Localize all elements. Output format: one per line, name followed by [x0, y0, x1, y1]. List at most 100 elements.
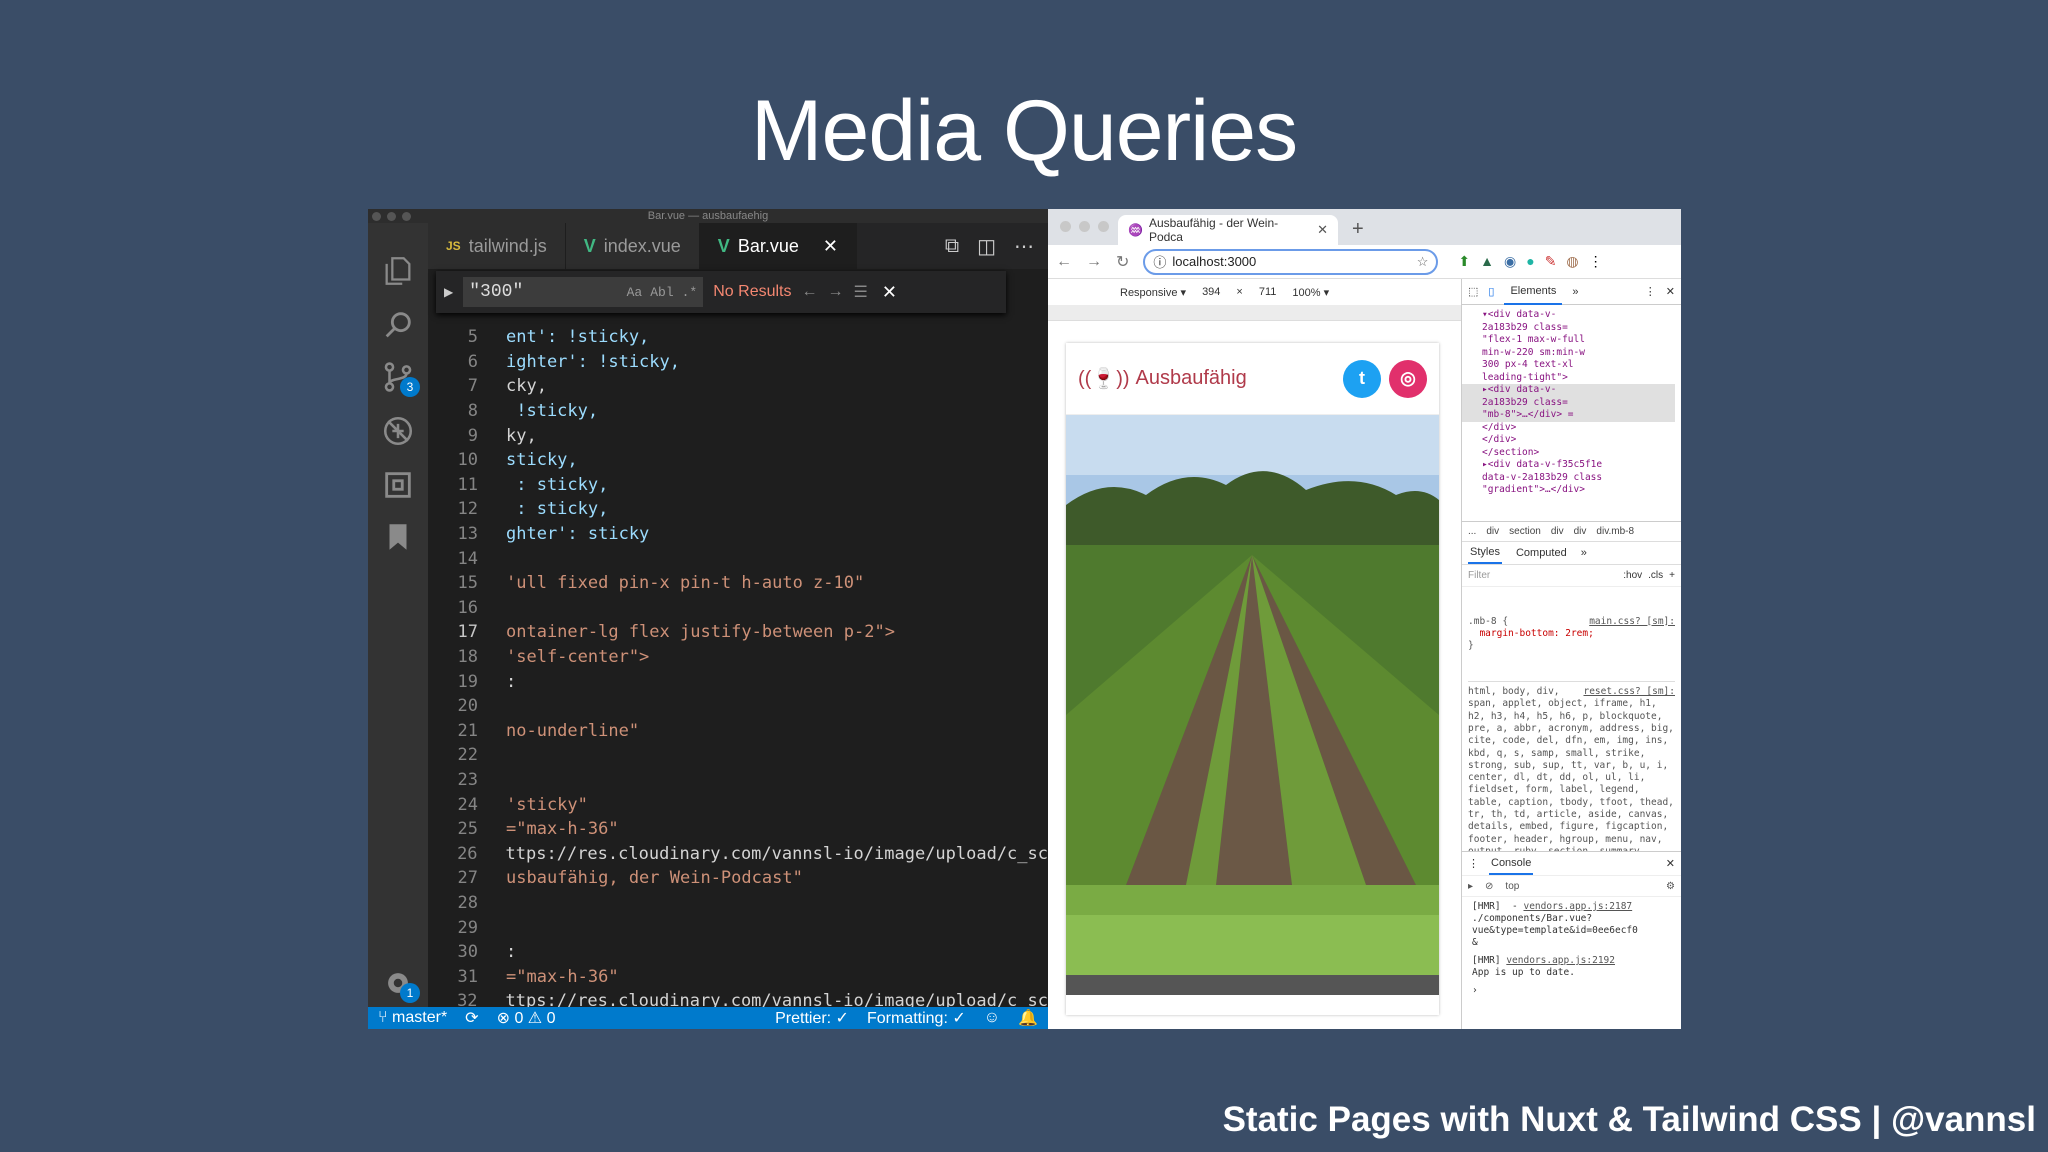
- dom-node-line[interactable]: 2a183b29 class=: [1462, 396, 1675, 409]
- extension-icon[interactable]: ⬆: [1458, 253, 1470, 270]
- breadcrumb-item[interactable]: div.mb-8: [1596, 526, 1634, 537]
- breadcrumb-item[interactable]: ...: [1468, 526, 1476, 537]
- sidebar-toggle-icon[interactable]: ▸: [1468, 881, 1473, 892]
- code-line[interactable]: 10 sticky,: [428, 448, 1048, 473]
- code-line[interactable]: 32 ttps://res.cloudinary.com/vannsl-io/im…: [428, 989, 1048, 1007]
- source-link[interactable]: vendors.app.js:2192: [1506, 955, 1615, 966]
- dom-node-line[interactable]: </div>: [1482, 422, 1675, 435]
- source-link[interactable]: vendors.app.js:2187: [1523, 901, 1632, 912]
- next-match-icon[interactable]: →: [827, 283, 843, 301]
- site-logo[interactable]: ((🍷)) Ausbaufähig: [1078, 366, 1247, 391]
- dom-node-line[interactable]: leading-tight">: [1482, 372, 1675, 385]
- browser-menu-icon[interactable]: ⋮: [1589, 253, 1603, 270]
- breadcrumb-item[interactable]: div: [1574, 526, 1587, 537]
- code-editor[interactable]: 5 ent': !sticky, 6 ighter': !sticky, 7 cky, 8 …: [428, 325, 1048, 1007]
- code-line[interactable]: 18 'self-center">: [428, 645, 1048, 670]
- code-line[interactable]: 6 ighter': !sticky,: [428, 350, 1048, 375]
- code-line[interactable]: 26 ttps://res.cloudinary.com/vannsl-io/im…: [428, 841, 1048, 866]
- bookmark-star-icon[interactable]: ☆: [1417, 254, 1429, 270]
- search-icon[interactable]: [378, 305, 418, 345]
- close-tab-icon[interactable]: ✕: [1317, 222, 1328, 238]
- styles-filter[interactable]: Filter :hov .cls +: [1462, 565, 1681, 587]
- prettier-status[interactable]: Prettier: ✓: [775, 1008, 849, 1028]
- code-line[interactable]: 8 !sticky,: [428, 399, 1048, 424]
- address-bar[interactable]: ⓘ localhost:3000 ☆: [1143, 248, 1439, 275]
- back-icon[interactable]: ←: [1056, 253, 1072, 271]
- breadcrumb-item[interactable]: div: [1486, 526, 1499, 537]
- dom-node-line[interactable]: min-w-220 sm:min-w: [1482, 347, 1675, 360]
- open-changes-icon[interactable]: ⧉: [945, 235, 959, 258]
- code-line[interactable]: 23: [428, 768, 1048, 793]
- dom-node-line[interactable]: 2a183b29 class=: [1482, 322, 1675, 335]
- tab-index-vue[interactable]: V index.vue: [565, 223, 700, 269]
- close-icon[interactable]: ✕: [823, 236, 838, 257]
- whole-word-toggle[interactable]: Abl: [650, 285, 673, 300]
- feedback-smiley-icon[interactable]: ☺: [984, 1009, 1000, 1027]
- dom-node-line[interactable]: ▸<div data-v-: [1462, 384, 1675, 397]
- branch-indicator[interactable]: ⑂ master*: [378, 1009, 447, 1027]
- extension-icon[interactable]: ●: [1526, 253, 1534, 270]
- code-line[interactable]: 30:: [428, 940, 1048, 965]
- minimize-dot[interactable]: [1079, 221, 1090, 232]
- code-line[interactable]: 16: [428, 596, 1048, 621]
- code-line[interactable]: 7 cky,: [428, 374, 1048, 399]
- code-line[interactable]: 17 ontainer-lg flex justify-between p-2">: [428, 620, 1048, 645]
- reload-icon[interactable]: ↻: [1116, 252, 1129, 272]
- code-line[interactable]: 13 ghter': sticky: [428, 522, 1048, 547]
- bookmark-icon[interactable]: [378, 517, 418, 557]
- dom-node-line[interactable]: ▾<div data-v-: [1482, 309, 1675, 322]
- dom-node-line[interactable]: 300 px-4 text-xl: [1482, 359, 1675, 372]
- source-link[interactable]: reset.css? [sm]:: [1583, 686, 1675, 698]
- find-input[interactable]: "300" Aa Abl .*: [463, 277, 704, 307]
- code-line[interactable]: 25 ="max-h-36": [428, 817, 1048, 842]
- zoom-dot[interactable]: [1098, 221, 1109, 232]
- code-line[interactable]: 24 'sticky": [428, 792, 1048, 817]
- find-in-selection-icon[interactable]: ☰: [853, 282, 867, 302]
- drawer-menu-icon[interactable]: ⋮: [1468, 857, 1479, 870]
- dom-node-line[interactable]: "gradient">…</div>: [1482, 484, 1675, 497]
- clear-console-icon[interactable]: ⊘: [1485, 881, 1493, 892]
- dom-node-line[interactable]: "flex-1 max-w-full: [1482, 334, 1675, 347]
- dom-tree[interactable]: ▾<div data-v- 2a183b29 class= "flex-1 max-…: [1462, 305, 1681, 521]
- extension-icon[interactable]: ▲: [1480, 253, 1494, 270]
- code-line[interactable]: 11 : sticky,: [428, 473, 1048, 498]
- previous-match-icon[interactable]: ←: [801, 283, 817, 301]
- close-dot[interactable]: [372, 212, 381, 221]
- forward-icon[interactable]: →: [1086, 253, 1102, 271]
- more-actions-icon[interactable]: ⋯: [1014, 234, 1034, 259]
- code-line[interactable]: 12 : sticky,: [428, 497, 1048, 522]
- debug-icon[interactable]: [378, 411, 418, 451]
- tab-styles[interactable]: Styles: [1468, 542, 1502, 564]
- extension-icon[interactable]: ◉: [1504, 253, 1516, 270]
- dom-node-line[interactable]: data-v-2a183b29 class: [1482, 472, 1675, 485]
- code-line[interactable]: 19:: [428, 669, 1048, 694]
- viewport-height[interactable]: 711: [1259, 286, 1277, 298]
- settings-gear-icon[interactable]: 1: [378, 963, 420, 1003]
- code-line[interactable]: 28: [428, 891, 1048, 916]
- more-subtabs[interactable]: »: [1581, 547, 1587, 559]
- dom-node-line[interactable]: "mb-8">…</div> =: [1462, 409, 1675, 422]
- toggle-replace-icon[interactable]: ▶: [444, 285, 453, 299]
- tab-bar-vue[interactable]: V Bar.vue ✕: [699, 223, 857, 269]
- close-drawer-icon[interactable]: ✕: [1666, 857, 1675, 870]
- breadcrumb-item[interactable]: section: [1509, 526, 1541, 537]
- source-control-icon[interactable]: 3: [378, 357, 420, 397]
- formatting-status[interactable]: Formatting: ✓: [867, 1008, 966, 1028]
- explorer-icon[interactable]: [378, 251, 418, 291]
- code-line[interactable]: 9 ky,: [428, 423, 1048, 448]
- source-link[interactable]: main.css? [sm]:: [1589, 616, 1675, 628]
- devtools-menu-icon[interactable]: ⋮: [1645, 285, 1656, 298]
- code-line[interactable]: 29: [428, 915, 1048, 940]
- problems-indicator[interactable]: ⊗ 0 ⚠ 0: [497, 1008, 556, 1028]
- tab-console[interactable]: Console: [1489, 853, 1534, 875]
- hover-state-toggle[interactable]: :hov: [1623, 570, 1642, 581]
- tab-tailwind-js[interactable]: JS tailwind.js: [428, 223, 566, 269]
- new-tab-icon[interactable]: +: [1352, 218, 1364, 241]
- browser-tab[interactable]: ♒ Ausbaufähig - der Wein-Podca ✕: [1118, 215, 1338, 245]
- split-editor-icon[interactable]: ◫: [977, 234, 996, 259]
- dom-node-line[interactable]: </section>: [1482, 447, 1675, 460]
- console-prompt[interactable]: ›: [1472, 985, 1671, 997]
- styles-pane[interactable]: main.css? [sm]: .mb-8 { margin-bottom: 2r…: [1462, 587, 1681, 851]
- code-line[interactable]: 21 no-underline": [428, 719, 1048, 744]
- close-find-icon[interactable]: ✕: [882, 282, 897, 303]
